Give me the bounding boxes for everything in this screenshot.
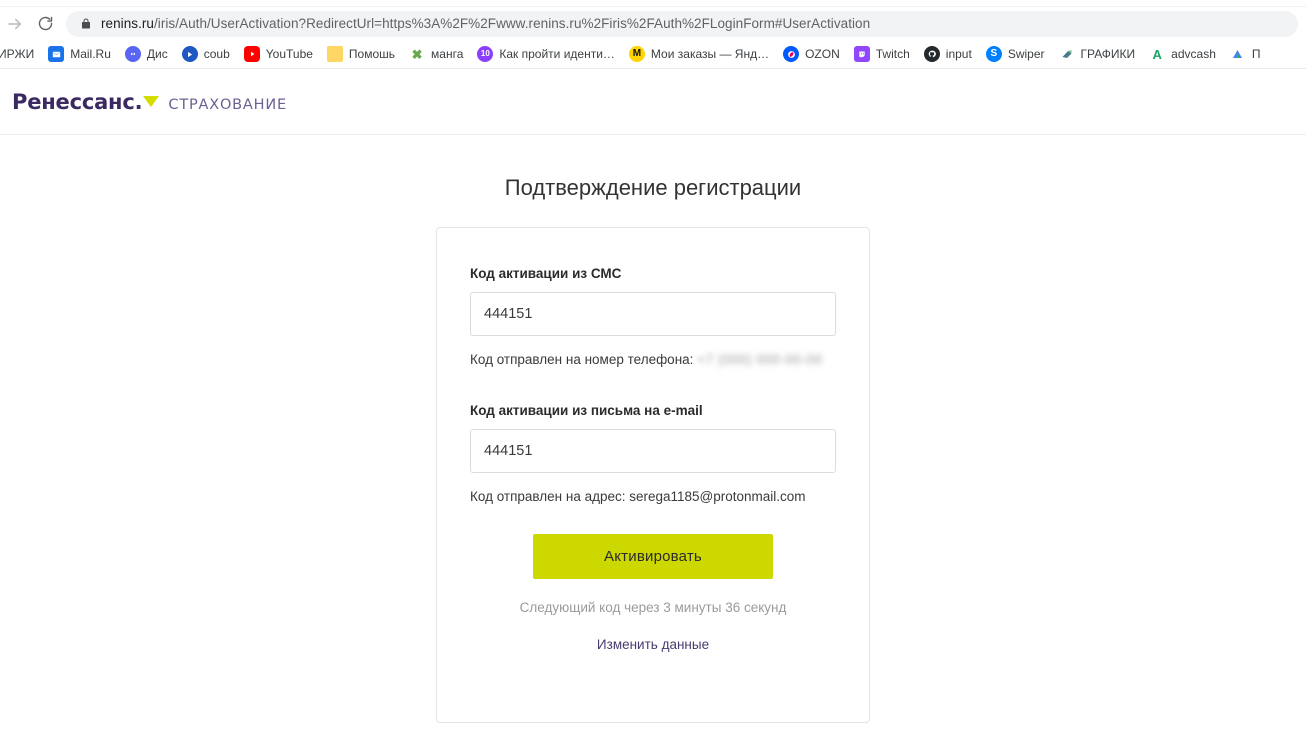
site-header: Ренессанс. СТРАХОВАНИЕ (0, 69, 1306, 135)
bookmark-label: coub (203, 47, 230, 61)
github-icon (923, 46, 940, 62)
bookmark-item[interactable]: ИРЖИ (0, 43, 40, 65)
address-bar[interactable]: renins.ru/iris/Auth/UserActivation?Redir… (66, 10, 1298, 37)
bookmark-item[interactable]: П (1224, 43, 1267, 65)
email-code-input[interactable] (470, 429, 836, 473)
browser-toolbar: renins.ru/iris/Auth/UserActivation?Redir… (0, 7, 1306, 40)
grafiki-icon (1059, 46, 1075, 62)
lock-icon (80, 17, 92, 30)
bookmark-label: OZON (805, 47, 840, 61)
bookmark-label: манга (431, 47, 464, 61)
logo-sub-text: СТРАХОВАНИЕ (168, 96, 287, 113)
site-logo[interactable]: Ренессанс. СТРАХОВАНИЕ (12, 90, 287, 114)
page-content: Ренессанс. СТРАХОВАНИЕ Подтверждение рег… (0, 69, 1306, 745)
bookmark-item[interactable]: ГРАФИКИ (1053, 43, 1142, 65)
address-bar-url: renins.ru/iris/Auth/UserActivation?Redir… (101, 16, 870, 31)
bookmark-label: YouTube (265, 47, 313, 61)
bookmark-item[interactable]: YouTube (238, 43, 319, 65)
discord-icon (124, 46, 141, 62)
page-title: Подтверждение регистрации (504, 175, 802, 200)
bookmark-label: advcash (1171, 47, 1216, 61)
bookmark-item[interactable]: Дис (119, 43, 174, 65)
ozon-icon (783, 46, 800, 62)
bookmark-item[interactable]: Mail.Ru (42, 43, 117, 65)
bookmark-item[interactable]: Twitch (848, 43, 916, 65)
triangle-blue-icon (1230, 46, 1246, 62)
bookmark-label: Помошь (348, 47, 396, 61)
logo-main-text: Ренессанс. (12, 89, 143, 114)
bookmark-item[interactable]: ✖ манга (403, 43, 469, 65)
manga-icon: ✖ (411, 46, 423, 62)
bookmarks-bar: ИРЖИ Mail.Ru Дис coub YouTube Помошь ✖ м… (0, 40, 1306, 69)
swiper-icon: S (985, 46, 1002, 62)
bookmark-label: Как пройти иденти… (499, 47, 615, 61)
youtube-icon (243, 46, 260, 62)
url-path: /iris/Auth/UserActivation?RedirectUrl=ht… (153, 16, 871, 31)
reload-button[interactable] (30, 10, 60, 38)
folder-icon (326, 46, 343, 62)
content-area: Подтверждение регистрации Код активации … (0, 135, 1306, 723)
bookmark-label: Swiper (1007, 47, 1045, 61)
change-data-link[interactable]: Изменить данные (470, 637, 836, 652)
mail-ru-icon (48, 46, 65, 62)
bookmark-label: П (1251, 47, 1261, 61)
url-host: renins.ru (101, 16, 154, 31)
bookmark-item[interactable]: input (918, 43, 978, 65)
bookmark-label: Дис (146, 47, 168, 61)
email-hint: Код отправлен на адрес: serega1185@proto… (470, 489, 806, 504)
twitch-icon (853, 46, 870, 62)
bookmark-label: Mail.Ru (70, 47, 111, 61)
bookmark-label: input (945, 47, 972, 61)
sms-hint-phone: +7 (000) 000-00-00 (697, 352, 823, 367)
advcash-icon: A (1152, 46, 1162, 62)
activate-button[interactable]: Активировать (533, 534, 773, 579)
coub-icon (181, 46, 198, 62)
bookmark-label: Мои заказы — Янд… (650, 47, 770, 61)
sms-hint: Код отправлен на номер телефона: +7 (000… (470, 352, 836, 367)
bookmark-label: Twitch (875, 47, 910, 61)
tabstrip-edge (0, 0, 1306, 7)
bookmark-item[interactable]: OZON (777, 43, 846, 65)
sms-code-label: Код активации из СМС (470, 266, 622, 281)
reload-icon (37, 15, 54, 32)
triangle-down-icon (143, 95, 160, 107)
sms-hint-prefix: Код отправлен на номер телефона: (470, 352, 694, 367)
bookmark-label: ИРЖИ (0, 47, 35, 61)
bookmark-item[interactable]: coub (176, 43, 236, 65)
field-spacer (470, 367, 836, 403)
bookmark-label: ГРАФИКИ (1080, 47, 1136, 61)
bookmark-item[interactable]: A advcash (1143, 43, 1222, 65)
browser-chrome: renins.ru/iris/Auth/UserActivation?Redir… (0, 0, 1306, 69)
email-code-label: Код активации из письма на e-mail (470, 403, 703, 418)
forward-button[interactable] (0, 10, 30, 38)
yandex-market-icon: M (628, 46, 645, 62)
resend-timer-text: Следующий код через 3 минуты 36 секунд (519, 600, 787, 615)
sms-code-input[interactable] (470, 292, 836, 336)
activation-card: Код активации из СМС Код отправлен на но… (436, 227, 870, 723)
bookmark-item[interactable]: Помошь (321, 43, 401, 65)
yoomoney-icon: 10 (477, 46, 494, 62)
bookmark-item[interactable]: M Мои заказы — Янд… (623, 43, 775, 65)
arrow-right-icon (6, 15, 24, 33)
bookmark-item[interactable]: S Swiper (980, 43, 1051, 65)
bookmark-item[interactable]: 10 Как пройти иденти… (471, 43, 621, 65)
